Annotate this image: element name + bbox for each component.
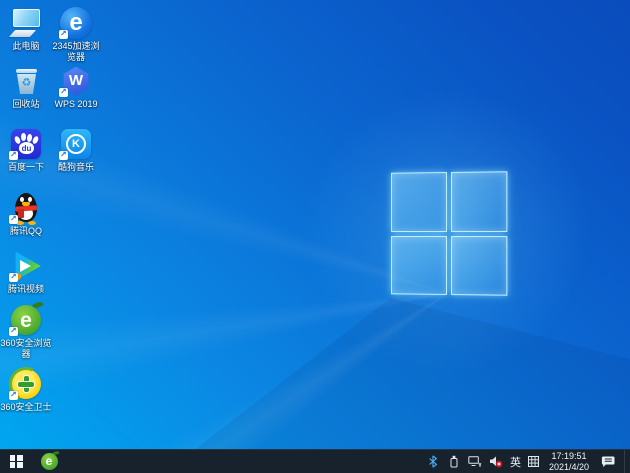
desktop-icon-tencent-video[interactable]: 腾讯视频: [0, 249, 52, 295]
usb-device-icon[interactable]: [447, 454, 461, 470]
this-pc-icon: [8, 6, 43, 40]
icon-label: 360安全卫士: [0, 402, 52, 412]
shortcut-arrow-icon: [9, 214, 18, 224]
windows-logo-wallpaper: [390, 171, 508, 296]
windows-logo-pane: [450, 235, 508, 296]
taskbar: 英 17:19:51 2021/4/20: [0, 449, 630, 473]
desktop-icon-tencent-qq[interactable]: 腾讯QQ: [0, 191, 52, 237]
taskbar-clock[interactable]: 17:19:51 2021/4/20: [549, 451, 589, 472]
shortcut-arrow-icon: [59, 150, 68, 160]
shortcut-arrow-icon: [9, 272, 18, 282]
icon-label: 360安全浏览器: [0, 338, 52, 359]
icon-label: 回收站: [12, 99, 40, 109]
baidu-icon: du: [9, 127, 43, 161]
icon-label: 酷狗音乐: [57, 162, 94, 172]
recycle-bin-icon: ♻: [9, 64, 43, 98]
desktop-icon-this-pc[interactable]: 此电脑: [0, 6, 52, 52]
icon-label: 百度一下: [7, 162, 44, 172]
desktop-icon-2345-browser[interactable]: 2345加速浏览器: [50, 6, 102, 63]
360-browser-taskbar-icon: [40, 449, 60, 470]
icon-label: 腾讯QQ: [9, 226, 42, 236]
kugou-music-icon: K: [59, 127, 93, 161]
desktop-icon-kugou-music[interactable]: K 酷狗音乐: [50, 127, 102, 173]
clock-date: 2021/4/20: [548, 461, 589, 472]
shortcut-arrow-icon: [59, 87, 68, 97]
windows-logo-pane: [450, 171, 508, 232]
windows-logo-pane: [390, 235, 447, 295]
icon-label: WPS 2019: [54, 99, 98, 109]
shortcut-arrow-icon: [9, 150, 18, 160]
desktop-icon-baidu[interactable]: du 百度一下: [0, 127, 52, 173]
ime-language-indicator[interactable]: 英: [510, 454, 521, 470]
ime-grid-icon[interactable]: [527, 456, 539, 467]
taskbar-item-360-browser[interactable]: [32, 449, 66, 473]
clock-time: 17:19:51: [551, 451, 587, 461]
windows-desktop: 此电脑 2345加速浏览器 ♻ 回收站 WPS 2019 du 百度一下: [0, 0, 630, 473]
wps-icon: [59, 64, 93, 98]
system-tray: 英 17:19:51 2021/4/20: [426, 450, 630, 473]
desktop-icon-recycle-bin[interactable]: ♻ 回收站: [0, 64, 52, 110]
desktop-icon-360-browser[interactable]: 360安全浏览器: [0, 299, 52, 360]
windows-logo-icon: [9, 455, 23, 468]
windows-logo-pane: [390, 172, 447, 232]
qq-penguin-icon: [9, 191, 43, 225]
bluetooth-icon[interactable]: [426, 454, 440, 470]
360-browser-icon: [9, 299, 44, 337]
2345-browser-icon: [59, 6, 93, 40]
shortcut-arrow-icon: [59, 29, 68, 39]
volume-muted-icon[interactable]: [489, 454, 503, 470]
icon-label: 腾讯视频: [7, 284, 44, 294]
action-center-icon[interactable]: [599, 454, 617, 470]
shortcut-arrow-icon: [9, 326, 18, 336]
desktop-icon-wps-2019[interactable]: WPS 2019: [50, 64, 102, 110]
shortcut-arrow-icon: [9, 390, 18, 400]
tencent-video-icon: [9, 249, 43, 283]
icon-label: 2345加速浏览器: [52, 41, 100, 62]
icon-label: 此电脑: [12, 41, 40, 51]
network-icon[interactable]: [468, 454, 482, 470]
360-safeguard-icon: [4, 362, 48, 406]
start-button[interactable]: [0, 450, 32, 473]
show-desktop-button[interactable]: [624, 450, 627, 473]
desktop-icon-360-safeguard[interactable]: 360安全卫士: [0, 362, 52, 413]
